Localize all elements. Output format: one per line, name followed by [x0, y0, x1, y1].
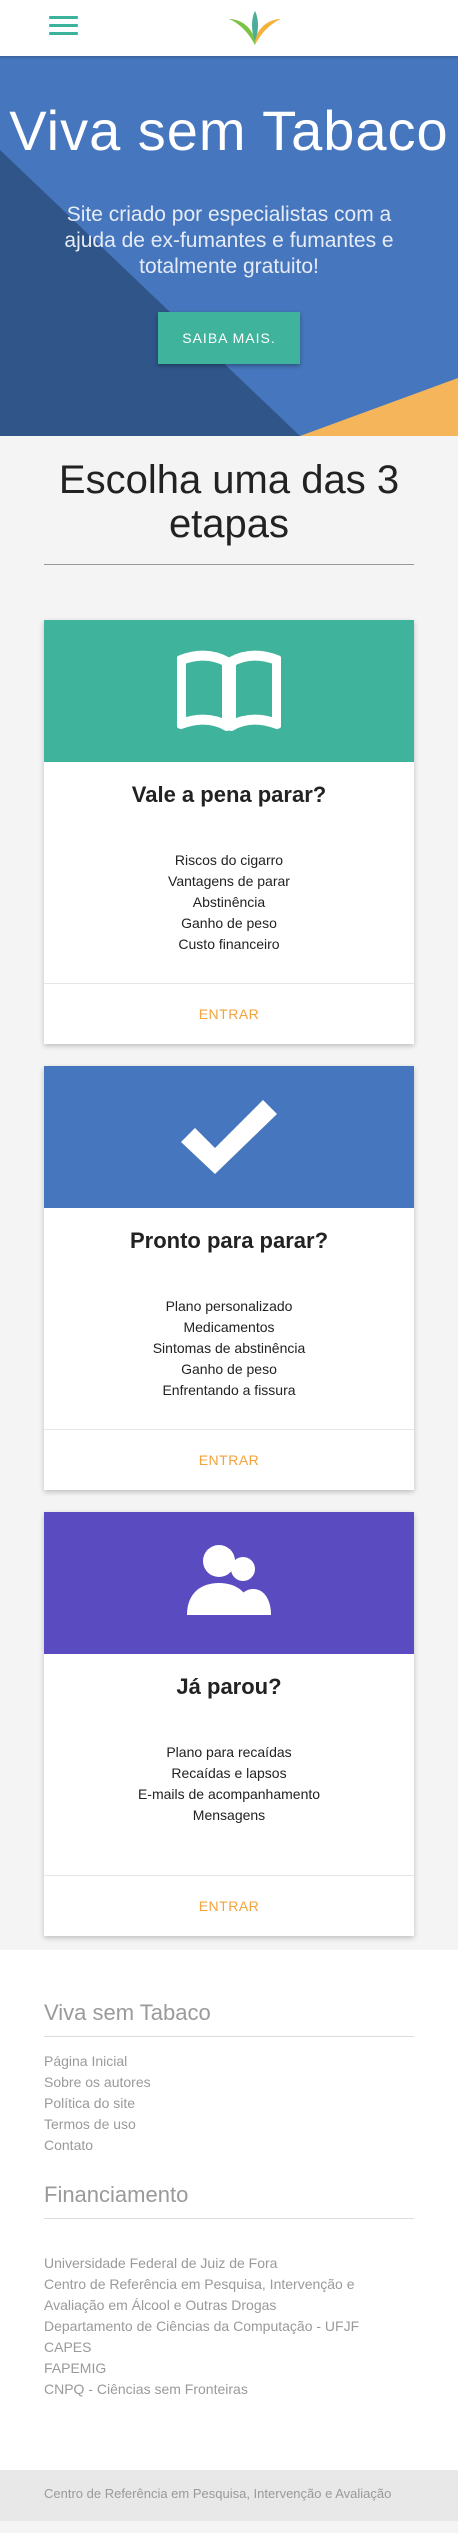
hamburger-menu-icon[interactable] [49, 16, 78, 38]
bottom-bar: Centro de Referência em Pesquisa, Interv… [0, 2470, 458, 2521]
hero-subtitle: Site criado por especialistas com a ajud… [64, 203, 394, 278]
footer-funding-crepeia[interactable]: Centro de Referência em Pesquisa, Interv… [44, 2276, 355, 2313]
footer-link-policy[interactable]: Política do site [44, 2095, 135, 2111]
footer-funding-capes[interactable]: CAPES [44, 2339, 91, 2355]
footer: Viva sem Tabaco Página Inicial Sobre os … [0, 1950, 458, 2470]
card-topic: Recaídas e lapsos [171, 1765, 287, 1781]
card-topic: Ganho de peso [181, 1361, 277, 1377]
card-topic: Abstinência [192, 894, 266, 910]
footer-link-about[interactable]: Sobre os autores [44, 2074, 151, 2090]
card-footer: ENTRAR [44, 1429, 414, 1490]
footer-link-home[interactable]: Página Inicial [44, 2053, 127, 2069]
card-media [44, 1512, 414, 1654]
card-topic: Ganho de peso [181, 915, 277, 931]
card-topic-list: Plano personalizado Medicamentos Sintoma… [44, 1296, 414, 1406]
card-topic: Enfrentando a fissura [162, 1382, 296, 1398]
users-icon [187, 1545, 271, 1615]
footer-funding-ufjf[interactable]: Universidade Federal de Juiz de Fora [44, 2255, 277, 2271]
card-media [44, 620, 414, 762]
hero-banner: Viva sem Tabaco Site criado por especial… [0, 56, 458, 436]
leaf-logo-icon[interactable] [229, 11, 281, 47]
card-media [44, 1066, 414, 1208]
steps-section: Escolha uma das 3 etapas Vale a pena par… [0, 436, 458, 1936]
card-footer: ENTRAR [44, 1875, 414, 1936]
step-card-ready-to-quit: Pronto para parar? Plano personalizado M… [44, 1066, 414, 1490]
card-topic: Riscos do cigarro [174, 852, 284, 868]
card-topic: Vantagens de parar [168, 873, 290, 889]
footer-divider [44, 2036, 414, 2037]
footer-funding-fapemig[interactable]: FAPEMIG [44, 2360, 106, 2376]
step-card-already-quit: Já parou? Plano para recaídas Recaídas e… [44, 1512, 414, 1936]
bottom-bar-text: Centro de Referência em Pesquisa, Interv… [44, 2486, 392, 2501]
card-topic: Sintomas de abstinência [152, 1340, 306, 1356]
card-topic: Plano para recaídas [166, 1744, 292, 1760]
footer-divider [44, 2218, 414, 2219]
card-title: Pronto para parar? [129, 1228, 329, 1253]
hero-title: Viva sem Tabaco [9, 99, 449, 162]
footer-funding-dcc[interactable]: Departamento de Ciências da Computação -… [44, 2318, 359, 2334]
enter-link[interactable]: ENTRAR [199, 1898, 260, 1914]
card-topic: E-mails de acompanhamento [137, 1786, 321, 1802]
card-topic: Mensagens [192, 1807, 266, 1823]
card-footer: ENTRAR [44, 983, 414, 1044]
footer-site-links: Página Inicial Sobre os autores Política… [44, 2051, 414, 2156]
steps-title: Escolha uma das 3 etapas [58, 458, 400, 546]
footer-link-terms[interactable]: Termos de uso [44, 2116, 136, 2132]
footer-funding-links: Universidade Federal de Juiz de Fora Cen… [44, 2253, 414, 2400]
footer-funding-cnpq[interactable]: CNPQ - Ciências sem Fronteiras [44, 2381, 248, 2397]
enter-link[interactable]: ENTRAR [199, 1006, 260, 1022]
card-title: Vale a pena parar? [131, 782, 327, 807]
checkmark-icon [181, 1100, 277, 1174]
steps-divider [44, 564, 414, 565]
card-topic-list: Riscos do cigarro Vantagens de parar Abs… [44, 850, 414, 960]
step-card-worth-quitting: Vale a pena parar? Riscos do cigarro Van… [44, 620, 414, 1044]
footer-funding-heading: Financiamento [44, 2182, 189, 2207]
footer-link-contact[interactable]: Contato [44, 2137, 93, 2153]
enter-link[interactable]: ENTRAR [199, 1452, 260, 1468]
card-topic: Medicamentos [183, 1319, 275, 1335]
card-topic-list: Plano para recaídas Recaídas e lapsos E-… [44, 1742, 414, 1852]
footer-site-heading: Viva sem Tabaco [44, 2000, 211, 2025]
card-topic: Custo financeiro [178, 936, 280, 952]
card-title: Já parou? [176, 1674, 282, 1699]
learn-more-button[interactable]: SAIBA MAIS. [158, 312, 300, 364]
navbar [0, 0, 458, 56]
open-book-icon [177, 650, 281, 731]
card-topic: Plano personalizado [165, 1298, 293, 1314]
